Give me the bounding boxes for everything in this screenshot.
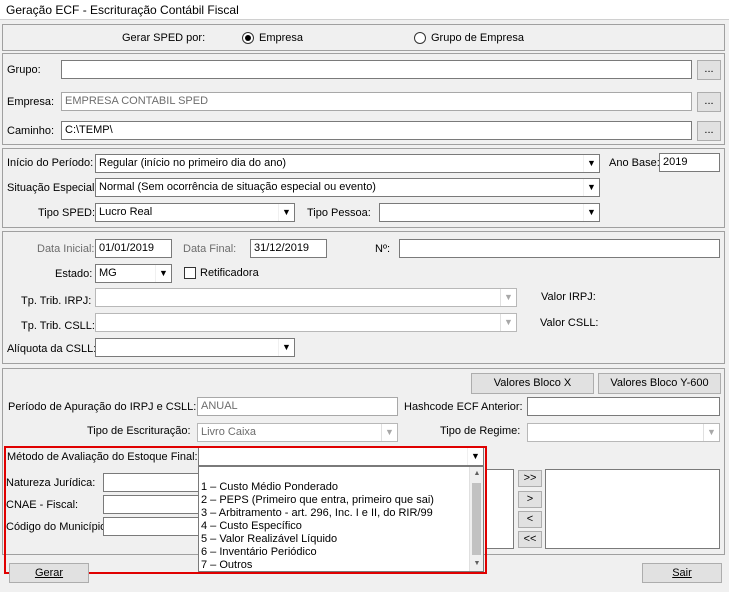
empresa-browse-button[interactable]: ...: [697, 92, 721, 112]
inicio-periodo-value: Regular (início no primeiro dia do ano): [99, 157, 287, 169]
tp-trib-irpj-select[interactable]: ▼: [95, 288, 517, 307]
tipo-regime-label: Tipo de Regime:: [440, 425, 521, 437]
ano-base-input[interactable]: 2019: [659, 153, 720, 172]
move-all-left-button[interactable]: <<: [518, 531, 542, 548]
highlight-box: [4, 446, 487, 574]
tipo-pessoa-select[interactable]: ▼: [379, 203, 600, 222]
retificadora-checkbox[interactable]: [184, 267, 196, 279]
chevron-down-icon[interactable]: ▼: [381, 424, 397, 441]
tipo-pessoa-label: Tipo Pessoa:: [307, 207, 371, 219]
chevron-down-icon[interactable]: ▼: [278, 204, 294, 221]
chevron-down-icon[interactable]: ▼: [500, 314, 516, 331]
caminho-browse-button[interactable]: ...: [697, 121, 721, 141]
numero-label: Nº:: [375, 243, 391, 255]
chevron-down-icon[interactable]: ▼: [278, 339, 294, 356]
window-title: Geração ECF - Escrituração Contábil Fisc…: [6, 3, 239, 17]
retificadora-label[interactable]: Retificadora: [200, 267, 259, 280]
grupo-browse-button[interactable]: ...: [697, 60, 721, 80]
move-right-button[interactable]: >: [518, 491, 542, 508]
sped-mode-panel: [2, 24, 725, 51]
sped-mode-label: Gerar SPED por:: [122, 32, 206, 44]
estado-value: MG: [99, 267, 117, 279]
empresa-label: Empresa:: [7, 96, 55, 108]
data-inicial-label: Data Inicial:: [37, 243, 95, 255]
main-window: Geração ECF - Escrituração Contábil Fisc…: [0, 0, 729, 592]
situacao-especial-label: Situação Especial:: [7, 182, 98, 194]
caminho-input[interactable]: C:\TEMP\: [61, 121, 692, 140]
ano-base-label: Ano Base:: [609, 157, 660, 169]
tipo-escrituracao-label: Tipo de Escrituração:: [87, 425, 191, 437]
chevron-down-icon[interactable]: ▼: [583, 179, 599, 196]
situacao-especial-select[interactable]: Normal (Sem ocorrência de situação espec…: [95, 178, 600, 197]
sair-button[interactable]: Sair: [642, 563, 722, 583]
inicio-periodo-select[interactable]: Regular (início no primeiro dia do ano) …: [95, 154, 600, 173]
tipo-sped-select[interactable]: Lucro Real ▼: [95, 203, 295, 222]
target-list[interactable]: [545, 469, 720, 549]
tp-trib-csll-label: Tp. Trib. CSLL:: [21, 320, 95, 332]
chevron-down-icon[interactable]: ▼: [155, 265, 171, 282]
caminho-label: Caminho:: [7, 125, 55, 137]
move-left-button[interactable]: <: [518, 511, 542, 528]
periodo-apuracao-label: Período de Apuração do IRPJ e CSLL:: [8, 401, 197, 413]
aliquota-csll-label: Alíquota da CSLL:: [7, 343, 97, 355]
aliquota-csll-select[interactable]: ▼: [95, 338, 295, 357]
chevron-down-icon[interactable]: ▼: [583, 204, 599, 221]
inicio-periodo-label: Início do Período:: [7, 157, 94, 169]
estado-label: Estado:: [55, 268, 93, 280]
radio-empresa[interactable]: [242, 32, 254, 44]
chevron-down-icon[interactable]: ▼: [703, 424, 719, 441]
data-final-input[interactable]: 31/12/2019: [250, 239, 327, 258]
tp-trib-csll-select[interactable]: ▼: [95, 313, 517, 332]
valor-csll-label: Valor CSLL:: [540, 317, 599, 329]
estado-select[interactable]: MG ▼: [95, 264, 172, 283]
tipo-escrituracao-select[interactable]: Livro Caixa ▼: [197, 423, 398, 442]
tipo-escrituracao-value: Livro Caixa: [201, 426, 257, 438]
hashcode-label: Hashcode ECF Anterior:: [404, 401, 523, 413]
valores-bloco-y600-button[interactable]: Valores Bloco Y-600: [598, 373, 721, 394]
gerar-label: Gerar: [34, 567, 64, 579]
gerar-button[interactable]: Gerar: [9, 563, 89, 583]
move-all-right-button[interactable]: >>: [518, 470, 542, 487]
radio-grupo-empresa[interactable]: [414, 32, 426, 44]
valor-irpj-label: Valor IRPJ:: [541, 291, 596, 303]
sair-label: Sair: [672, 567, 692, 579]
tipo-regime-select[interactable]: ▼: [527, 423, 720, 442]
hashcode-input[interactable]: [527, 397, 720, 416]
radio-empresa-label[interactable]: Empresa: [259, 32, 303, 45]
numero-input[interactable]: [399, 239, 720, 258]
tipo-sped-value: Lucro Real: [99, 206, 153, 218]
data-final-label: Data Final:: [183, 243, 237, 255]
empresa-input[interactable]: EMPRESA CONTABIL SPED: [61, 92, 692, 111]
tp-trib-irpj-label: Tp. Trib. IRPJ:: [21, 295, 92, 307]
grupo-label: Grupo:: [7, 64, 41, 76]
chevron-down-icon[interactable]: ▼: [583, 155, 599, 172]
tipo-sped-label: Tipo SPED:: [38, 207, 96, 219]
valores-bloco-x-button[interactable]: Valores Bloco X: [471, 373, 594, 394]
title-bar: Geração ECF - Escrituração Contábil Fisc…: [0, 0, 729, 20]
data-inicial-input[interactable]: 01/01/2019: [95, 239, 172, 258]
periodo-apuracao-input[interactable]: ANUAL: [197, 397, 398, 416]
source-list[interactable]: [485, 469, 514, 549]
radio-grupo-empresa-label[interactable]: Grupo de Empresa: [431, 32, 524, 45]
grupo-input[interactable]: [61, 60, 692, 79]
situacao-especial-value: Normal (Sem ocorrência de situação espec…: [99, 181, 376, 193]
chevron-down-icon[interactable]: ▼: [500, 289, 516, 306]
